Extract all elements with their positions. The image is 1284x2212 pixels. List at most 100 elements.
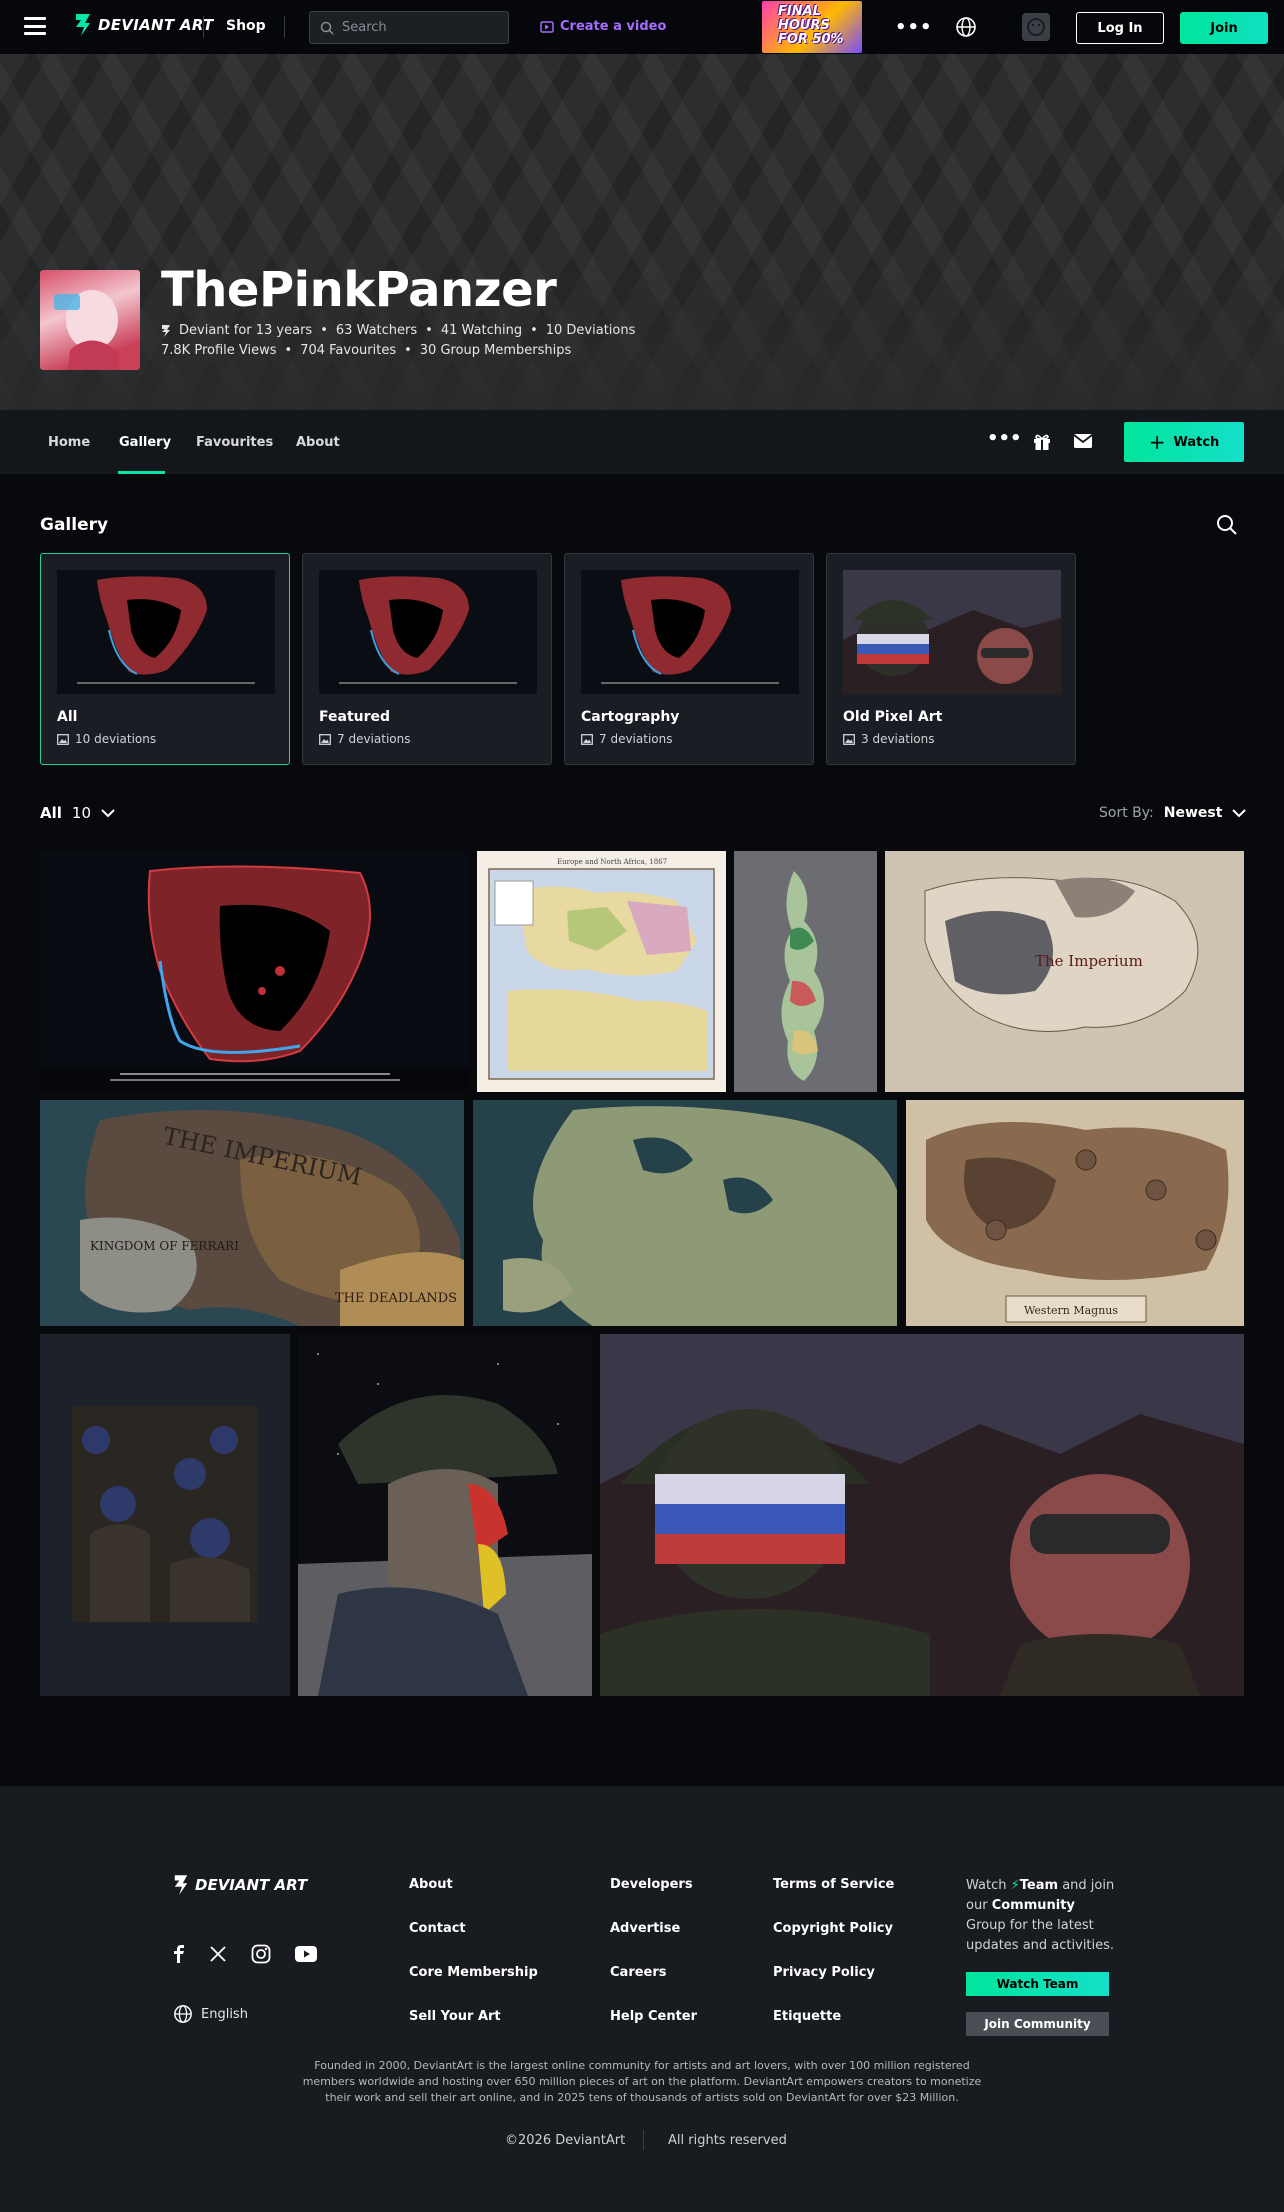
deviation-thumbnail[interactable] [600, 1334, 1244, 1696]
deviation-thumbnail[interactable] [734, 851, 877, 1092]
deviations-count[interactable]: 10 Deviations [546, 323, 636, 338]
more-options-icon[interactable]: ••• [987, 428, 1022, 449]
footer-link-advertise[interactable]: Advertise [610, 1921, 680, 1936]
join-button[interactable]: Join [1180, 12, 1268, 44]
footer-logo[interactable]: DEVIANT ART [173, 1873, 307, 1897]
mail-icon[interactable] [1073, 433, 1093, 449]
chevron-down-icon [101, 808, 115, 817]
footer-link-terms[interactable]: Terms of Service [773, 1877, 894, 1892]
deviation-thumbnail[interactable]: THE IMPERIUM KINGDOM OF FERRARI THE DEAD… [40, 1100, 464, 1326]
tab-favourites[interactable]: Favourites [196, 435, 273, 450]
globe-icon [174, 2005, 192, 2023]
tab-about[interactable]: About [296, 435, 340, 450]
footer-link-careers[interactable]: Careers [610, 1965, 667, 1980]
menu-icon[interactable] [24, 17, 46, 35]
footer-link-developers[interactable]: Developers [610, 1877, 693, 1892]
x-twitter-icon[interactable] [209, 1945, 227, 1963]
divider [284, 16, 285, 38]
language-selector[interactable]: English [173, 2004, 248, 2024]
image-icon [581, 733, 593, 745]
image-icon [319, 733, 331, 745]
folder-count: 10 deviations [57, 732, 156, 746]
folder-count: 7 deviations [581, 732, 672, 746]
search-input[interactable] [342, 20, 502, 35]
watchers-count[interactable]: 63 Watchers [336, 323, 417, 338]
divider [203, 16, 204, 38]
profile-username: ThePinkPanzer [161, 262, 557, 318]
promo-banner[interactable]: FINAL HOURS FOR 50% [762, 1, 862, 53]
rights-text: All rights reserved [668, 2133, 787, 2148]
create-video-link[interactable]: Create a video [540, 19, 666, 34]
youtube-icon[interactable] [295, 1946, 317, 1962]
footer-link-help-center[interactable]: Help Center [610, 2009, 697, 2024]
folder-card-old-pixel-art[interactable]: Old Pixel Art 3 deviations [826, 553, 1076, 765]
deviation-thumbnail[interactable] [298, 1334, 592, 1696]
folder-thumbnail [843, 570, 1061, 694]
folder-count: 7 deviations [319, 732, 410, 746]
shop-link[interactable]: Shop [226, 18, 266, 34]
folder-card-cartography[interactable]: Cartography 7 deviations [564, 553, 814, 765]
footer-link-core-membership[interactable]: Core Membership [409, 1965, 538, 1980]
chevron-down-icon [1232, 808, 1247, 817]
deviation-thumbnail[interactable] [473, 1100, 897, 1326]
footer-link-contact[interactable]: Contact [409, 1921, 466, 1936]
social-links [173, 1944, 317, 1964]
more-options-icon[interactable]: ••• [895, 17, 933, 38]
deviant-badge-icon [162, 324, 170, 337]
folder-filter-dropdown[interactable]: All 10 [40, 804, 115, 822]
active-tab-indicator [118, 471, 165, 474]
footer-link-sell-your-art[interactable]: Sell Your Art [409, 2009, 501, 2024]
watch-button[interactable]: + Watch [1124, 422, 1244, 462]
search-box[interactable] [309, 11, 509, 44]
globe-icon[interactable] [955, 16, 977, 38]
gift-icon[interactable] [1032, 432, 1052, 452]
profile-avatar[interactable] [40, 270, 140, 370]
logo-wordmark: DEVIANT ART [98, 16, 214, 34]
footer-link-copyright[interactable]: Copyright Policy [773, 1921, 893, 1936]
footer-link-etiquette[interactable]: Etiquette [773, 2009, 841, 2024]
watch-team-text: Watch ⚡Team and join our Community Group… [966, 1878, 1115, 1953]
group-memberships[interactable]: 30 Group Memberships [420, 343, 572, 358]
folder-count: 3 deviations [843, 732, 934, 746]
folder-name: Old Pixel Art [843, 709, 943, 725]
deviation-thumbnail[interactable]: Western Magnus [906, 1100, 1244, 1326]
deviation-thumbnail[interactable]: Europe and North Africa, 1867 [477, 851, 726, 1092]
tab-gallery[interactable]: Gallery [119, 435, 171, 450]
join-community-button[interactable]: Join Community [966, 2012, 1109, 2036]
favourites-count[interactable]: 704 Favourites [300, 343, 396, 358]
sort-dropdown[interactable]: Sort By: Newest [1099, 805, 1247, 821]
folder-thumbnail [581, 570, 799, 694]
map-label: KINGDOM OF FERRARI [90, 1239, 239, 1253]
folder-card-all[interactable]: All 10 deviations [40, 553, 290, 765]
site-footer: DEVIANT ART English About Contact Core M… [0, 1786, 1284, 2212]
divider [643, 2130, 644, 2150]
profile-views: 7.8K Profile Views [161, 343, 277, 358]
folder-thumbnail [57, 570, 275, 694]
footer-link-privacy[interactable]: Privacy Policy [773, 1965, 875, 1980]
search-icon[interactable] [1216, 514, 1238, 536]
folder-name: Featured [319, 709, 391, 725]
deviation-thumbnail[interactable] [40, 1334, 290, 1696]
facebook-icon[interactable] [173, 1945, 185, 1963]
deviantart-logo[interactable]: DEVIANT ART [74, 12, 214, 38]
user-avatar-icon[interactable] [1022, 13, 1050, 41]
tab-home[interactable]: Home [48, 435, 90, 450]
watching-count[interactable]: 41 Watching [441, 323, 522, 338]
deviantart-logo-icon [76, 14, 90, 36]
video-icon [540, 20, 554, 33]
folder-thumbnail [319, 570, 537, 694]
login-button[interactable]: Log In [1076, 12, 1164, 44]
map-label: THE DEADLANDS [335, 1291, 457, 1306]
image-icon [843, 733, 855, 745]
folder-name: All [57, 709, 78, 725]
profile-tab-bar: Home Gallery Favourites About ••• + Watc… [0, 410, 1284, 474]
folder-card-featured[interactable]: Featured 7 deviations [302, 553, 552, 765]
deviation-thumbnail[interactable] [40, 851, 469, 1092]
folder-name: Cartography [581, 709, 680, 725]
instagram-icon[interactable] [251, 1944, 271, 1964]
watch-team-button[interactable]: Watch Team [966, 1972, 1109, 1996]
deviation-thumbnail[interactable]: The Imperium [885, 851, 1244, 1092]
footer-link-about[interactable]: About [409, 1877, 453, 1892]
search-icon [320, 21, 334, 35]
footer-about-text: Founded in 2000, DeviantArt is the large… [302, 2059, 982, 2104]
